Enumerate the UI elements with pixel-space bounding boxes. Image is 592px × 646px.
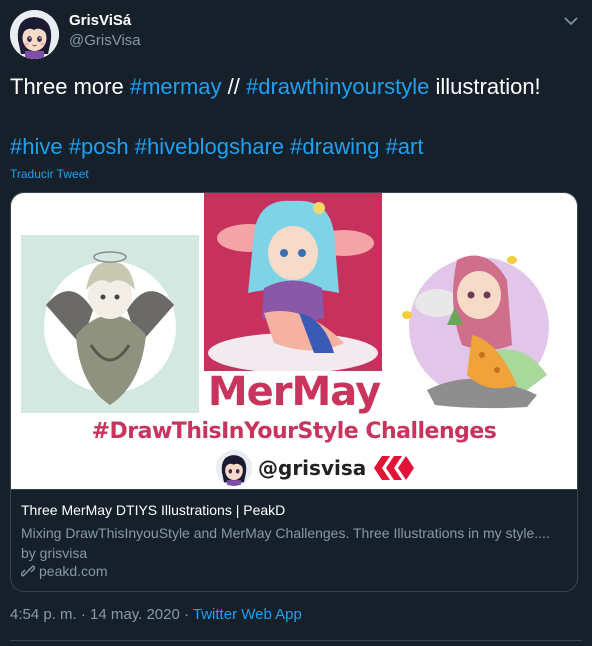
card-image-subtitle: #DrawThisInYourStyle Challenges bbox=[91, 419, 497, 444]
card-image[interactable]: MerMay #DrawThisInYourStyle Challenges @… bbox=[11, 193, 577, 489]
blue-mermaid-illustration bbox=[204, 193, 382, 373]
link-preview-card[interactable]: MerMay #DrawThisInYourStyle Challenges @… bbox=[10, 192, 578, 592]
card-domain[interactable]: peakd.com bbox=[21, 563, 107, 579]
tweet-time[interactable]: 4:54 p. m. bbox=[10, 606, 77, 623]
tweet-text: Three more #mermay // #drawthinyourstyle… bbox=[10, 72, 582, 102]
tweet-menu-button[interactable] bbox=[560, 10, 582, 32]
tweet-date[interactable]: 14 may. 2020 bbox=[90, 606, 180, 623]
card-domain-text: peakd.com bbox=[39, 563, 108, 579]
user-avatar[interactable] bbox=[10, 10, 59, 59]
girl-avatar-icon bbox=[10, 10, 59, 59]
display-name[interactable]: GrisViSá bbox=[69, 12, 131, 29]
translate-tweet-link[interactable]: Traducir Tweet bbox=[10, 167, 89, 181]
link-icon bbox=[21, 565, 35, 577]
illustration-middle bbox=[204, 193, 382, 373]
user-handle[interactable]: @GrisVisa bbox=[69, 32, 141, 49]
card-image-title: MerMay bbox=[207, 369, 381, 415]
hashtag-drawthinyourstyle[interactable]: #drawthinyourstyle bbox=[246, 74, 429, 99]
tweet-text-suffix: illustration! bbox=[429, 74, 541, 99]
tweet-meta: 4:54 p. m. · 14 may. 2020 · Twitter Web … bbox=[10, 606, 302, 623]
signature-handle: @grisvisa bbox=[258, 456, 367, 480]
chevron-down-icon bbox=[564, 16, 578, 25]
tweet: GrisViSá @GrisVisa Three more #mermay //… bbox=[0, 0, 592, 646]
hashtag-drawing[interactable]: #drawing bbox=[290, 134, 379, 159]
signature-avatar bbox=[216, 450, 252, 486]
hashtag-line: #hive #posh #hiveblogshare #drawing #art bbox=[10, 132, 582, 162]
card-image-signature: @grisvisa bbox=[216, 449, 416, 487]
tweet-text-prefix: Three more bbox=[10, 74, 130, 99]
tweet-source-link[interactable]: Twitter Web App bbox=[193, 606, 302, 623]
meta-separator: · bbox=[76, 606, 91, 623]
meta-separator-2: · bbox=[179, 606, 193, 623]
girl-avatar-icon bbox=[216, 450, 252, 486]
card-info[interactable]: Three MerMay DTIYS Illustrations | PeakD… bbox=[11, 489, 577, 591]
hashtag-art[interactable]: #art bbox=[386, 134, 424, 159]
hashtag-hiveblogshare[interactable]: #hiveblogshare bbox=[135, 134, 284, 159]
divider bbox=[10, 640, 582, 641]
hashtag-mermay[interactable]: #mermay bbox=[130, 74, 222, 99]
card-title[interactable]: Three MerMay DTIYS Illustrations | PeakD bbox=[21, 502, 285, 518]
hashtag-posh[interactable]: #posh bbox=[69, 134, 129, 159]
hive-logo-icon bbox=[374, 456, 415, 480]
card-description: Mixing DrawThisInyouStyle and MerMay Cha… bbox=[21, 525, 550, 561]
hashtag-hive[interactable]: #hive bbox=[10, 134, 63, 159]
tweet-text-separator: // bbox=[221, 74, 246, 99]
